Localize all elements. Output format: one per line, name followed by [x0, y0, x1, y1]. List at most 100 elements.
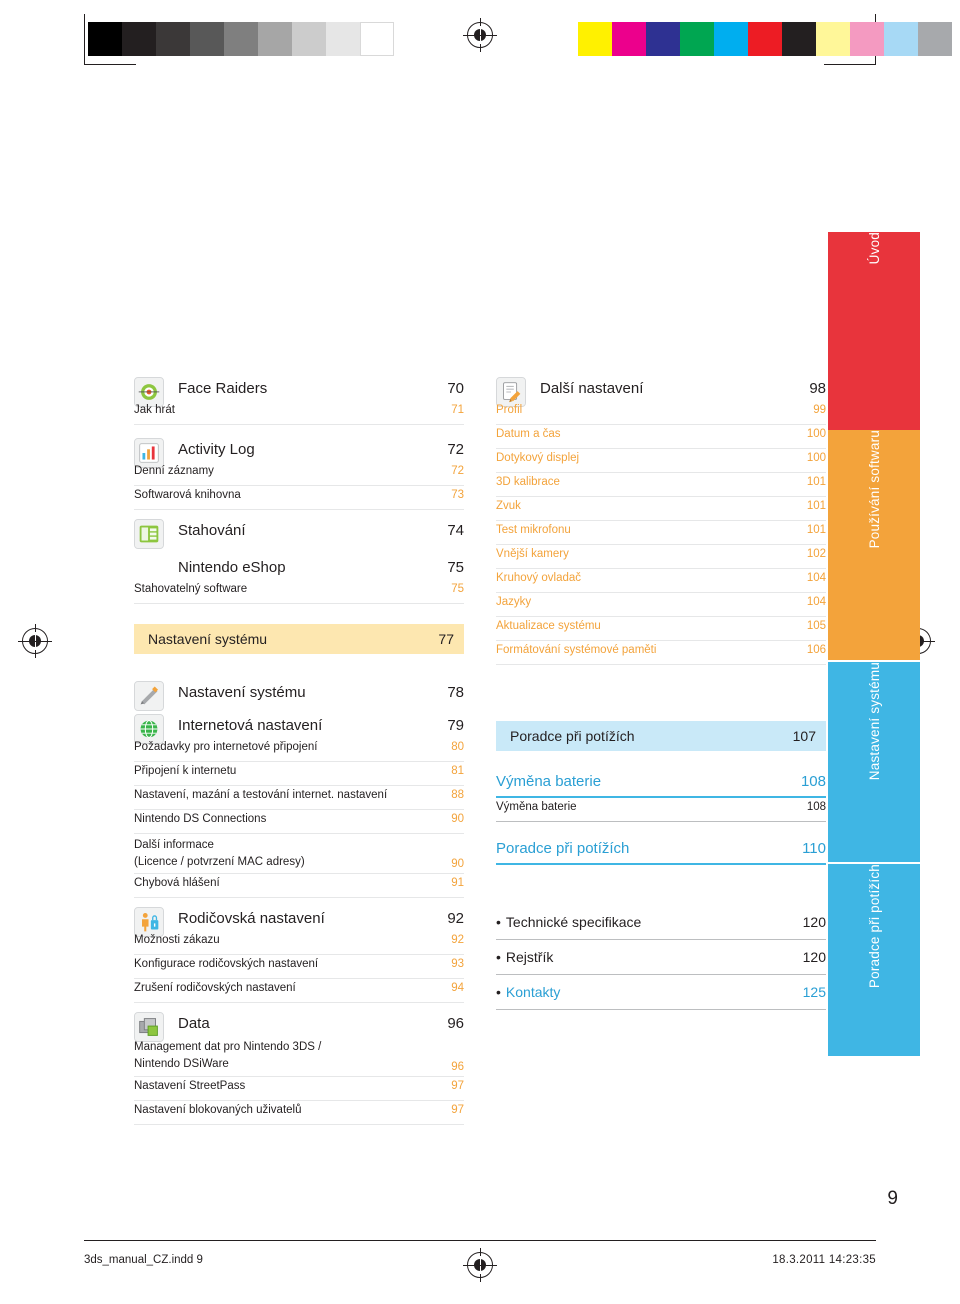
toc-entry-nastaveni-systemu[interactable]: Nastavení systému 78	[134, 680, 464, 711]
color-swatch-strip	[578, 22, 952, 56]
toc-entry-rejstrik[interactable]: • Rejstřík 120	[496, 940, 826, 975]
toc-entry-label: Internetová nastavení	[178, 717, 323, 734]
toc-subentry-nastaveni-mazani-testovani[interactable]: Nastavení, mazání a testování internet. …	[134, 786, 464, 810]
toc-entry-rodicovska-nastaveni[interactable]: Rodičovská nastavení 92	[134, 906, 464, 938]
toc-subentry-label: Připojení k internetu	[134, 765, 237, 777]
toc-subentry-nastaveni-streetpass[interactable]: Nastavení StreetPass 97	[134, 1077, 464, 1101]
toc-subentry-label: Vnější kamery	[496, 548, 569, 560]
toc-entry-page: 70	[447, 380, 464, 397]
toc-subentry-label: Formátování systémové paměti	[496, 644, 657, 656]
toc-subentry-vymena-baterie[interactable]: Výměna baterie 108	[496, 798, 826, 822]
toc-group-stahovani: Stahování 74	[134, 518, 464, 549]
system-settings-icon	[134, 681, 164, 711]
toc-subentry-page: 104	[806, 572, 826, 584]
toc-subentry-label: Zvuk	[496, 500, 521, 512]
toc-subentry-label: Profil	[496, 404, 523, 416]
toc-subentry-page: 94	[451, 982, 464, 995]
section-tab-pouzivani-softwaru[interactable]: Používání softwaru	[828, 430, 920, 660]
toc-subentry-page: 75	[451, 583, 464, 595]
toc-subentry-datum-a-cas[interactable]: Datum a čas 100	[496, 425, 826, 449]
toc-subentry-formatovani-systemove-pameti[interactable]: Formátování systémové paměti 106	[496, 641, 826, 665]
page-number: 9	[887, 1188, 898, 1209]
toc-subentry-label: Možnosti zákazu	[134, 934, 220, 947]
toc-subentry-3d-kalibrace[interactable]: 3D kalibrace 101	[496, 473, 826, 497]
toc-entry-label: Poradce při potížích	[496, 840, 630, 857]
toc-subentry-label: Jak hrát	[134, 404, 175, 416]
toc-subentry-page: 105	[806, 620, 826, 632]
toc-subentry-kruhovy-ovladac[interactable]: Kruhový ovladač 104	[496, 569, 826, 593]
toc-subentry-label: Nastavení blokovaných uživatelů	[134, 1103, 302, 1116]
toc-subentry-page: 72	[451, 465, 464, 477]
toc-subentry-zruseni-rodicovskych-nastaveni[interactable]: Zrušení rodičovských nastavení 94	[134, 979, 464, 1004]
toc-section-bar-label: Nastavení systému	[148, 631, 268, 647]
toc-subentry-konfigurace-rodicovskych-nastaveni[interactable]: Konfigurace rodičovských nastavení 93	[134, 955, 464, 980]
footer-divider	[84, 1240, 876, 1241]
toc-entry-page: 120	[802, 949, 826, 965]
toc-subentry-zvuk[interactable]: Zvuk 101	[496, 497, 826, 521]
toc-subentry-test-mikrofonu[interactable]: Test mikrofonu 101	[496, 521, 826, 545]
toc-entry-technicke-specifikace[interactable]: • Technické specifikace 120	[496, 905, 826, 940]
toc-subentry-label: Denní záznamy	[134, 465, 214, 477]
toc-entry-label: Stahování	[178, 522, 246, 539]
toc-subentry-chybova-hlaseni[interactable]: Chybová hlášení 91	[134, 874, 464, 899]
toc-entry-stahovani[interactable]: Stahování 74	[134, 518, 464, 549]
toc-subentry-denni-zaznamy[interactable]: Denní záznamy 72	[134, 462, 464, 486]
toc-subentry-moznosti-zakazu[interactable]: Možnosti zákazu 92	[134, 931, 464, 956]
toc-section-bar-page: 77	[438, 631, 454, 647]
toc-entry-dalsi-nastaveni[interactable]: Další nastavení 98	[496, 376, 826, 407]
toc-subentry-dotykovy-displej[interactable]: Dotykový displej 100	[496, 449, 826, 473]
toc-entry-activity-log[interactable]: Activity Log 72	[134, 437, 464, 468]
toc-subentry-page: 92	[451, 934, 464, 947]
toc-entry-internetova-nastaveni[interactable]: Internetová nastavení 79	[134, 713, 464, 744]
toc-subentry-vnejsi-kamery[interactable]: Vnější kamery 102	[496, 545, 826, 569]
bullet-icon: •	[496, 914, 501, 930]
toc-entry-data[interactable]: Data 96	[134, 1011, 464, 1043]
toc-subentry-page: 102	[806, 548, 826, 560]
toc-subentry-nastaveni-blokovanych-uzivatelu[interactable]: Nastavení blokovaných uživatelů 97	[134, 1101, 464, 1125]
toc-subentry-label: Nastavení StreetPass	[134, 1079, 246, 1092]
section-tab-poradce-pri-potizich[interactable]: Poradce při potížích	[828, 864, 920, 1056]
toc-subentry-page: 88	[451, 789, 464, 801]
toc-subentry-jak-hrat[interactable]: Jak hrát 71	[134, 401, 464, 425]
download-icon	[134, 519, 164, 549]
toc-subentry-label: Konfigurace rodičovských nastavení	[134, 958, 319, 971]
toc-entry-face-raiders[interactable]: Face Raiders 70	[134, 376, 464, 407]
toc-subentry-aktualizace-systemu[interactable]: Aktualizace systému 105	[496, 617, 826, 641]
toc-section-bar-nastaveni-systemu[interactable]: Nastavení systému 77	[134, 624, 464, 654]
toc-subentry-page: 97	[451, 1103, 464, 1116]
section-tab-nastaveni-systemu[interactable]: Nastavení systému	[828, 662, 920, 862]
toc-subentry-label: Dotykový displej	[496, 452, 580, 464]
toc-group-nastaveni-systemu: Nastavení systému 78	[134, 680, 464, 711]
toc-subentry-page: 81	[451, 765, 464, 777]
toc-section-bar-poradce-pri-potizich[interactable]: Poradce při potížích 107	[496, 721, 826, 751]
toc-subentry-nintendo-ds-connections[interactable]: Nintendo DS Connections 90	[134, 810, 464, 834]
toc-subentry-page: 73	[451, 489, 464, 501]
toc-entry-label: Activity Log	[178, 441, 255, 458]
toc-entry-vymena-baterie[interactable]: Výměna baterie 108	[496, 767, 826, 798]
toc-group-dalsi-nastaveni: Další nastavení 98 Profil 99 Datum a čas…	[496, 376, 826, 665]
toc-subentry-pripojeni-k-internetu[interactable]: Připojení k internetu 81	[134, 762, 464, 786]
section-tab-poradce-pri-potizich-label: Poradce při potížích	[866, 864, 882, 989]
toc-subentry-label: Nastavení, mazání a testování internet. …	[134, 789, 388, 801]
toc-subentry-softwarova-knihovna[interactable]: Softwarová knihovna 73	[134, 486, 464, 510]
toc-entry-page: 98	[809, 380, 826, 397]
registration-mark-left-middle	[18, 624, 52, 658]
toc-entry-poradce-pri-potizich[interactable]: Poradce při potížích 110	[496, 834, 826, 865]
toc-entry-nintendo-eshop[interactable]: Nintendo eShop 75	[134, 555, 464, 580]
section-tab-uvod[interactable]: Úvod	[828, 232, 920, 430]
toc-subentry-jazyky[interactable]: Jazyky 104	[496, 593, 826, 617]
toc-entry-kontakty[interactable]: • Kontakty 125	[496, 975, 826, 1010]
toc-section-bar-page: 107	[792, 728, 816, 744]
toc-subentry-pozadavky-pro-internetove-pripojeni[interactable]: Požadavky pro internetové připojení 80	[134, 738, 464, 762]
footer: 3ds_manual_CZ.indd 9 18.3.2011 14:23:35	[0, 1248, 960, 1278]
toc-subentry-page: 97	[451, 1079, 464, 1092]
toc-group-rodicovska-nastaveni: Rodičovská nastavení 92 Možnosti zákazu …	[134, 906, 464, 1004]
toc-subentry-label: Nintendo DS Connections	[134, 813, 267, 825]
bullet-icon: •	[496, 984, 501, 1000]
toc-entry-label: Kontakty	[505, 984, 561, 1000]
toc-subentry-stahovatelny-software[interactable]: Stahovatelný software 75	[134, 580, 464, 604]
toc-subentry-dalsi-informace[interactable]: Další informace (Licence / potvrzení MAC…	[134, 834, 464, 875]
toc-subentry-label: Management dat pro Nintendo 3DS / Ninten…	[134, 1041, 322, 1071]
toc-subentry-profil[interactable]: Profil 99	[496, 401, 826, 425]
toc-subentry-management-dat[interactable]: Management dat pro Nintendo 3DS / Ninten…	[134, 1036, 464, 1077]
